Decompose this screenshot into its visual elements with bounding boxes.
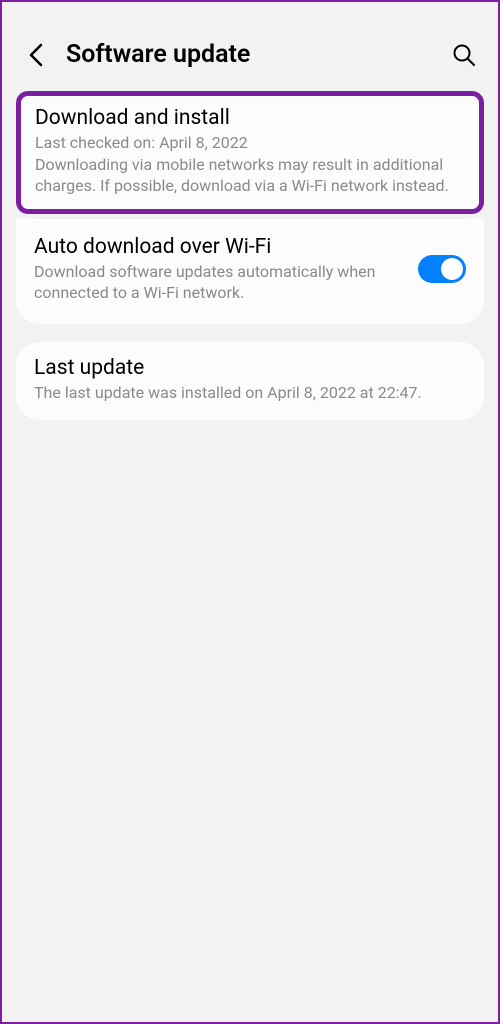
download-install-card: Download and install Last checked on: Ap…	[16, 91, 484, 214]
page-title: Software update	[66, 40, 434, 69]
download-install-item[interactable]: Download and install Last checked on: Ap…	[21, 96, 479, 209]
auto-download-title: Auto download over Wi-Fi	[34, 235, 406, 259]
download-install-last-checked: Last checked on: April 8, 2022	[35, 132, 465, 154]
toggle-knob	[441, 258, 463, 280]
search-button[interactable]	[450, 41, 478, 69]
last-update-title: Last update	[34, 356, 466, 380]
download-install-title: Download and install	[35, 106, 465, 130]
chevron-left-icon	[27, 41, 45, 69]
last-update-card: Last update The last update was installe…	[16, 342, 484, 420]
auto-download-item[interactable]: Auto download over Wi-Fi Download softwa…	[16, 219, 484, 324]
auto-download-card: Auto download over Wi-Fi Download softwa…	[16, 218, 484, 324]
auto-download-toggle[interactable]	[418, 255, 466, 283]
auto-download-description: Download software updates automatically …	[34, 261, 406, 304]
last-update-description: The last update was installed on April 8…	[34, 382, 466, 404]
auto-download-text: Auto download over Wi-Fi Download softwa…	[34, 235, 406, 304]
search-icon	[452, 43, 476, 67]
last-update-item[interactable]: Last update The last update was installe…	[16, 342, 484, 420]
download-install-description: Downloading via mobile networks may resu…	[35, 154, 465, 197]
header: Software update	[2, 2, 498, 91]
back-button[interactable]	[22, 41, 50, 69]
content-area: Download and install Last checked on: Ap…	[2, 91, 498, 420]
